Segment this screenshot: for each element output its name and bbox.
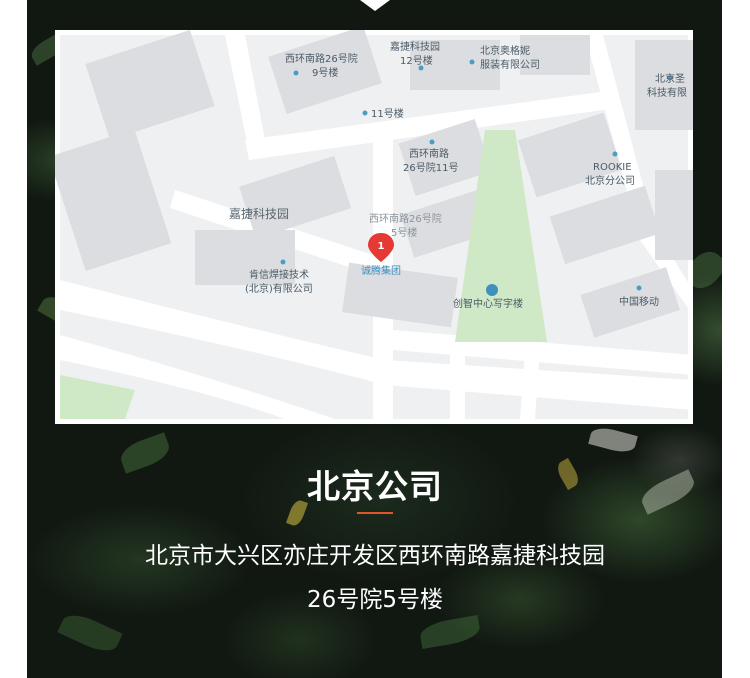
map-label: 北京分公司 <box>585 174 635 187</box>
foliage-leaf <box>588 424 638 456</box>
map-label: 北京圣 <box>655 72 685 85</box>
map-label: 西环南路26号院 <box>285 52 358 65</box>
map-label: 9号楼 <box>312 66 338 79</box>
office-title: 北京公司 <box>307 467 443 506</box>
right-frame-border <box>722 0 750 678</box>
map-label: 5号楼 <box>391 226 417 239</box>
map-label: 中国移动 <box>619 295 659 308</box>
title-divider <box>357 512 393 514</box>
foliage-leaf <box>57 608 123 658</box>
map-label: ROOKIE <box>593 162 632 173</box>
office-address-line1: 北京市大兴区亦庄开发区西环南路嘉捷科技园 <box>145 543 605 569</box>
map-canvas: 西环南路26号院 9号楼 嘉捷科技园 12号楼 北京奥格妮 服装有限公司 11号… <box>55 30 693 419</box>
office-address-line2: 26号院5号楼 <box>307 587 443 613</box>
map-label: 12号楼 <box>400 54 433 67</box>
map-label: 服装有限公司 <box>480 58 540 71</box>
map-label: 嘉捷科技园 <box>229 207 289 221</box>
map-label: 肯信焊接技术 <box>249 268 309 281</box>
map-label: 科技有限 <box>647 86 687 99</box>
page: 西环南路26号院 9号楼 嘉捷科技园 12号楼 北京奥格妮 服装有限公司 11号… <box>0 0 750 678</box>
map-label: (北京)有限公司 <box>245 282 313 295</box>
map-label: 嘉捷科技园 <box>390 40 440 53</box>
location-map[interactable]: 西环南路26号院 9号楼 嘉捷科技园 12号楼 北京奥格妮 服装有限公司 11号… <box>55 30 693 424</box>
map-label: 26号院11号 <box>403 161 458 174</box>
top-notch-pointer <box>360 0 390 11</box>
map-label: 西环南路26号院 <box>369 212 442 225</box>
left-frame-border <box>0 0 27 678</box>
map-label: 诚腾集团 <box>361 264 401 277</box>
foliage-leaf <box>418 614 482 650</box>
map-label: 11号楼 <box>371 107 404 120</box>
map-label: 北京奥格妮 <box>480 44 530 57</box>
map-marker-number: 1 <box>378 241 385 252</box>
map-label: 西环南路 <box>409 147 449 160</box>
map-label: 创智中心写字楼 <box>453 297 523 310</box>
